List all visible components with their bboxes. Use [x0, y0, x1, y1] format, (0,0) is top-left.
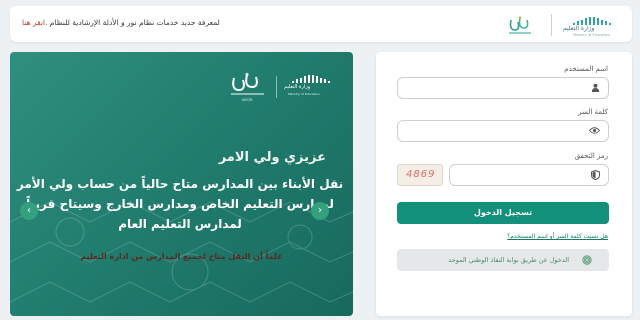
username-field[interactable] — [397, 77, 609, 99]
login-button[interactable]: تسجيل الدخول — [397, 202, 609, 224]
nafath-label: الدخول عن طريق بوابة النفاذ الوطني الموح… — [448, 256, 569, 264]
noor-logo-subtitle: NOOR — [242, 98, 253, 102]
captcha-label: رمز التحقق — [574, 152, 608, 160]
hero-announcement: NOOR وزارة التعليم Ministry of Education… — [10, 52, 353, 316]
captcha-image: 4869 — [397, 164, 443, 186]
moe-logo: وزارة التعليم Ministry of Education — [563, 12, 633, 38]
eye-icon[interactable] — [588, 126, 601, 138]
hero-note: علماً أن النقل متاح لجميع المدارس من ادا… — [80, 252, 283, 261]
carousel-next-button[interactable]: › — [311, 202, 329, 220]
notice-link[interactable]: .انقر هنا — [22, 18, 47, 27]
hero-message-line3: لمدارس التعليم العام — [118, 217, 242, 231]
moe-logo-subtitle: Ministry of Education — [573, 33, 610, 37]
hero-moe-subtitle: Ministry of Education — [288, 92, 320, 96]
password-label: كلمة السر — [578, 108, 608, 116]
services-notice: لمعرفة جديد خدمات نظام نور و الأدلة الإر… — [22, 18, 220, 27]
user-icon — [591, 83, 600, 95]
hero-greeting: عزيزي ولي الامر — [218, 150, 326, 165]
login-card: اسم المستخدم كلمة السر رمز التحقق 4869 ت… — [376, 52, 632, 316]
hero-message-line1: نقل الأبناء بين المدارس متاح حالياً من ح… — [16, 177, 344, 191]
forgot-password-link[interactable]: هل نسيت كلمة السر أو اسم المستخدم؟ — [507, 233, 608, 240]
moe-logo-text: وزارة التعليم — [563, 25, 595, 32]
hero-moe-title: وزارة التعليم — [284, 84, 311, 90]
notice-text: لمعرفة جديد خدمات نظام نور و الأدلة الإر… — [47, 18, 220, 27]
shield-icon — [591, 169, 600, 183]
fingerprint-icon — [582, 255, 592, 265]
header-divider — [551, 14, 552, 36]
captcha-field[interactable] — [449, 164, 609, 186]
hero-message-line2: لمدارس التعليم الخاص ومدارس الخارج وسيتا… — [26, 197, 334, 211]
captcha-image-text: 4869 — [406, 169, 436, 180]
top-header: لمعرفة جديد خدمات نظام نور و الأدلة الإر… — [10, 6, 632, 42]
hero-message: نقل الأبناء بين المدارس متاح حالياً من ح… — [15, 174, 345, 234]
noor-logo — [509, 16, 531, 34]
noor-logo-white — [231, 73, 264, 95]
moe-emblem-white-icon — [292, 75, 330, 83]
hero-logo-divider — [276, 76, 277, 98]
nafath-login-button[interactable]: الدخول عن طريق بوابة النفاذ الوطني الموح… — [397, 249, 609, 271]
username-label: اسم المستخدم — [564, 65, 608, 73]
carousel-prev-button[interactable]: ‹ — [20, 202, 38, 220]
password-field[interactable] — [397, 120, 609, 142]
hero-logos: NOOR وزارة التعليم Ministry of Education — [228, 72, 348, 106]
